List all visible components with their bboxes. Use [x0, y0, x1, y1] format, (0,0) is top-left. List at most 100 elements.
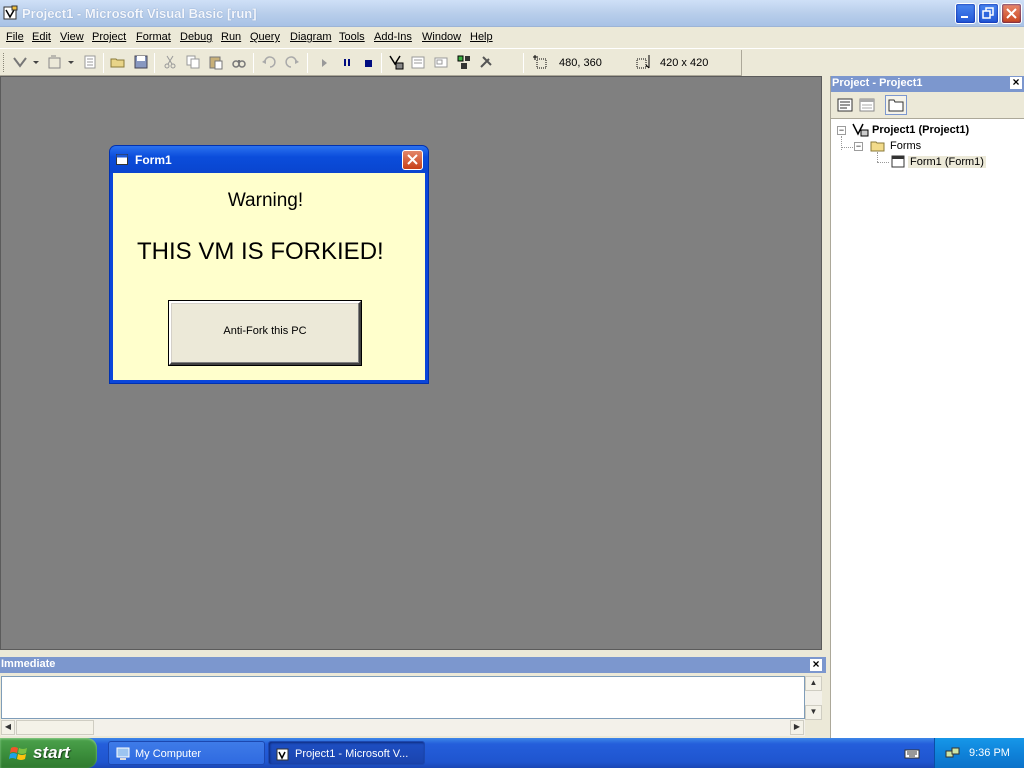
taskbar: start My Computer Project1 - Microsoft V… — [0, 738, 1024, 768]
collapse-forms-toggle[interactable]: − — [854, 142, 863, 151]
form1-close-button[interactable] — [402, 150, 423, 170]
menu-help[interactable]: Help — [470, 31, 493, 43]
tree-project-root[interactable]: Project1 (Project1) — [872, 124, 969, 136]
vb-app-icon[interactable] — [3, 5, 18, 21]
scroll-left-button[interactable]: ◀ — [1, 720, 15, 735]
size-readout: 420 x 420 — [660, 57, 709, 69]
menu-query[interactable]: Query — [250, 31, 280, 43]
menu-project[interactable]: Project — [92, 31, 126, 43]
properties-window-icon[interactable] — [410, 54, 426, 70]
start-run-icon[interactable] — [316, 54, 332, 70]
folder-open-icon — [870, 141, 885, 152]
form-layout-icon[interactable] — [433, 54, 449, 70]
taskbar-item-my-computer[interactable]: My Computer — [108, 741, 265, 765]
tree-form1-item[interactable]: Form1 (Form1) — [908, 156, 986, 168]
open-folder-icon[interactable] — [110, 54, 126, 70]
form1-title-bar[interactable]: Form1 — [110, 146, 428, 173]
view-object-icon[interactable] — [857, 96, 877, 114]
toolbar-grip[interactable] — [3, 53, 6, 72]
project-explorer-panel: Project - Project1 × − Project1 (Project… — [830, 76, 1024, 738]
windows-flag-icon — [9, 747, 27, 760]
keyboard-language-icon[interactable] — [904, 746, 920, 760]
project-explorer-caption[interactable]: Project - Project1 × — [831, 76, 1024, 92]
save-icon[interactable] — [133, 54, 149, 70]
tree-forms-folder[interactable]: Forms — [890, 140, 921, 152]
menu-diagram[interactable]: Diagram — [290, 31, 332, 43]
toolbar-separator — [307, 53, 308, 73]
taskbar-item-label: Project1 - Microsoft V... — [295, 748, 409, 760]
project-icon — [852, 123, 869, 137]
toolbar-separator — [253, 53, 254, 73]
close-window-button[interactable] — [1001, 3, 1022, 24]
scroll-right-button[interactable]: ▶ — [790, 720, 804, 735]
collapse-project-toggle[interactable]: − — [837, 126, 846, 135]
vb6-ide-window: Project1 - Microsoft Visual Basic [run] … — [0, 0, 1024, 768]
form1-title: Form1 — [135, 153, 172, 167]
restore-icon — [982, 7, 994, 19]
minimize-icon — [961, 16, 968, 18]
scroll-down-button[interactable]: ▼ — [805, 705, 822, 720]
view-code-icon[interactable] — [835, 96, 855, 114]
clock[interactable]: 9:36 PM — [969, 747, 1010, 759]
immediate-vertical-scrollbar[interactable]: ▲ ▼ — [805, 676, 822, 720]
toggle-folders-button[interactable] — [885, 95, 907, 115]
break-pause-icon[interactable] — [339, 54, 355, 70]
menu-edit[interactable]: Edit — [32, 31, 51, 43]
menu-editor-icon[interactable] — [82, 54, 98, 70]
menu-run[interactable]: Run — [221, 31, 241, 43]
paste-icon[interactable] — [208, 54, 224, 70]
immediate-close-button[interactable]: × — [809, 658, 823, 672]
horizontal-scroll-thumb[interactable] — [16, 720, 94, 735]
message-label: THIS VM IS FORKIED! — [137, 238, 384, 265]
copy-icon[interactable] — [185, 54, 201, 70]
menu-view[interactable]: View — [60, 31, 84, 43]
menu-format[interactable]: Format — [136, 31, 171, 43]
immediate-horizontal-scrollbar[interactable]: ◀ ▶ — [1, 719, 805, 736]
find-icon[interactable] — [231, 54, 247, 70]
close-icon — [1006, 8, 1017, 19]
scroll-up-button[interactable]: ▲ — [805, 676, 822, 691]
undo-icon[interactable] — [261, 54, 277, 70]
tree-line — [841, 147, 853, 148]
add-project-icon[interactable] — [12, 54, 28, 70]
immediate-caption[interactable]: Immediate × — [0, 657, 826, 673]
restore-button[interactable] — [978, 3, 999, 24]
redo-icon[interactable] — [284, 54, 300, 70]
toolbar-separator — [103, 53, 104, 73]
minimize-button[interactable] — [955, 3, 976, 24]
toolbar-separator — [523, 53, 524, 73]
immediate-title: Immediate — [1, 658, 56, 670]
project-explorer-title: Project - Project1 — [832, 77, 923, 89]
tree-line — [877, 152, 878, 162]
end-stop-icon[interactable] — [361, 54, 377, 70]
start-button[interactable]: start — [0, 738, 97, 768]
title-bar[interactable]: Project1 - Microsoft Visual Basic [run] — [0, 0, 1024, 27]
menu-tools[interactable]: Tools — [339, 31, 365, 43]
vb-app-icon — [276, 748, 289, 761]
taskbar-item-vb-project[interactable]: Project1 - Microsoft V... — [268, 741, 425, 765]
start-label: start — [33, 743, 70, 762]
toolbox-icon[interactable] — [478, 54, 494, 70]
cut-icon[interactable] — [162, 54, 178, 70]
menu-file[interactable]: File — [6, 31, 24, 43]
menu-window[interactable]: Window — [422, 31, 461, 43]
tree-line — [877, 162, 889, 163]
add-form-icon[interactable] — [47, 54, 63, 70]
menu-add-ins[interactable]: Add-Ins — [374, 31, 412, 43]
project-explorer-icon[interactable] — [388, 54, 404, 70]
taskbar-item-label: My Computer — [135, 748, 202, 760]
network-icon[interactable] — [945, 746, 960, 761]
warning-label: Warning! — [227, 190, 304, 211]
toolbar-separator — [154, 53, 155, 73]
project-explorer-close-button[interactable]: × — [1009, 76, 1023, 90]
project-tree: − Project1 (Project1) − Forms Form1 (For… — [831, 120, 1024, 738]
dropdown-arrow-icon[interactable] — [31, 54, 41, 70]
object-browser-icon[interactable] — [456, 54, 472, 70]
anti-fork-button[interactable]: Anti-Fork this PC — [169, 301, 361, 365]
immediate-text-area[interactable] — [1, 676, 805, 719]
form1-window[interactable]: Form1 Warning! THIS VM IS FORKIED! Anti-… — [110, 146, 428, 383]
form-icon — [891, 155, 905, 168]
form1-body: Warning! THIS VM IS FORKIED! Anti-Fork t… — [113, 173, 425, 380]
dropdown-arrow-icon[interactable] — [66, 54, 76, 70]
menu-debug[interactable]: Debug — [180, 31, 212, 43]
